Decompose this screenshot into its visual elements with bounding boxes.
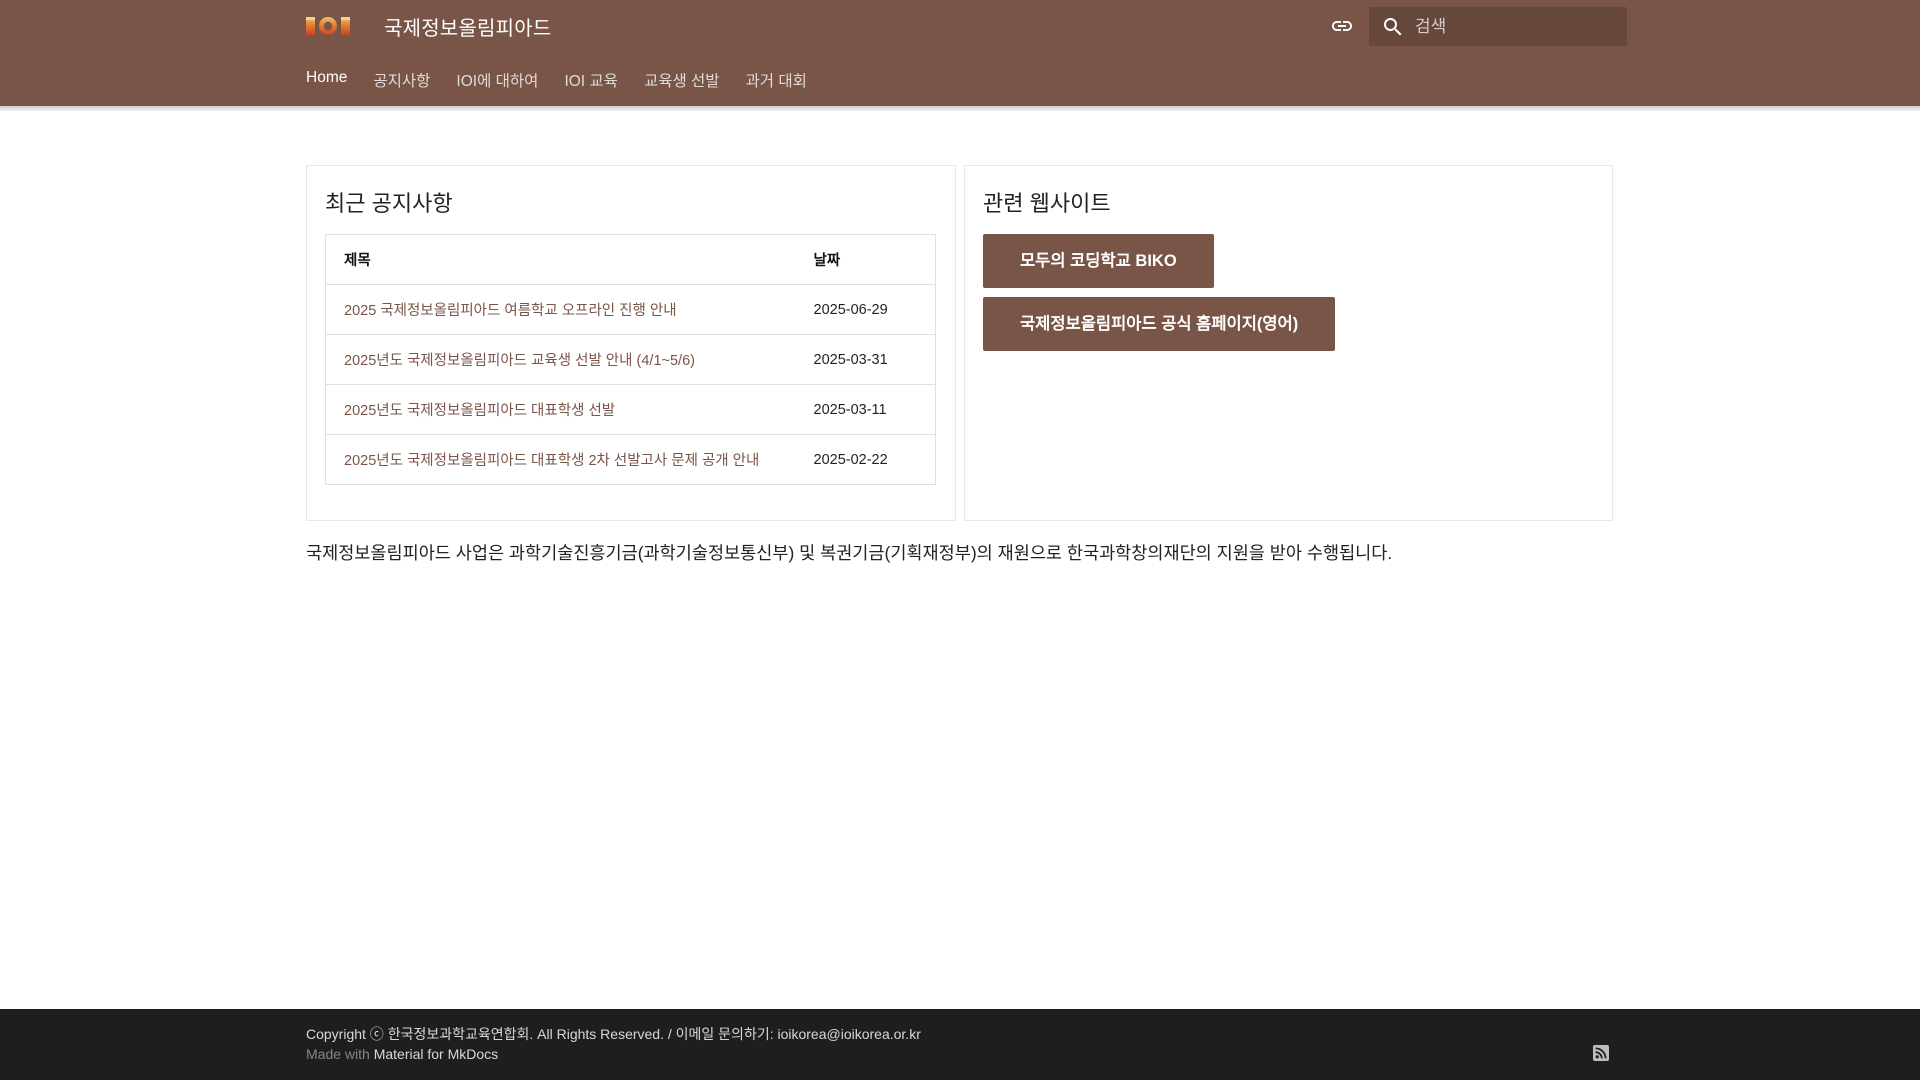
made-with-text: Made with Material for MkDocs [306,1046,498,1062]
nav-tabs: Home 공지사항 IOI에 대하여 IOI 교육 교육생 선발 과거 대회 [306,69,833,91]
column-header-title: 제목 [325,234,814,285]
site-title[interactable]: 국제정보올림피아드 [384,12,551,41]
repo-link-button[interactable] [1328,13,1356,39]
ioi-official-site-button[interactable]: 국제정보올림피아드 공식 홈페이지(영어) [983,297,1336,351]
tab-about-ioi[interactable]: IOI에 대하여 [456,69,538,91]
notices-table: 제목 날짜 2025 국제정보올림피아드 여름학교 오프라인 진행 안내 202… [325,234,936,485]
ioi-logo[interactable] [306,14,350,38]
tab-past-contests[interactable]: 과거 대회 [746,69,807,91]
rss-icon[interactable] [1593,1045,1609,1061]
site-header: 국제정보올림피아드 Home 공지사항 IOI에 대하여 IOI 교육 교육생 … [0,0,1920,106]
related-sites-card: 관련 웹사이트 모두의 코딩학교 BIKO 국제정보올림피아드 공식 홈페이지(… [964,165,1613,521]
table-row: 2025 국제정보올림피아드 여름학교 오프라인 진행 안내 2025-06-2… [325,284,936,335]
notice-date: 2025-02-22 [813,451,888,468]
tab-ioi-education[interactable]: IOI 교육 [564,69,618,91]
table-header-row: 제목 날짜 [325,234,936,285]
notice-date: 2025-06-29 [813,284,936,335]
table-row: 2025년도 국제정보올림피아드 교육생 선발 안내 (4/1~5/6) 202… [325,334,936,385]
ioi-logo-icon [306,17,350,35]
table-row: 2025년도 국제정보올림피아드 대표학생 2차 선발고사 문제 공개 안내 2… [326,435,936,485]
notice-link[interactable]: 2025 국제정보올림피아드 여름학교 오프라인 진행 안내 [344,303,677,319]
column-header-date: 날짜 [813,234,936,285]
tab-home[interactable]: Home [306,69,347,91]
material-mkdocs-link[interactable]: Material for MkDocs [374,1046,498,1062]
table-row: 2025년도 국제정보올림피아드 대표학생 선발 2025-03-11 [325,384,936,435]
notice-date: 2025-03-31 [813,334,936,385]
recent-notices-title: 최근 공지사항 [325,191,453,216]
copyright-text: Copyright ⓒ 한국정보과학교육연합회. All Rights Rese… [306,1026,921,1042]
link-icon [1332,21,1352,31]
notice-link[interactable]: 2025년도 국제정보올림피아드 대표학생 선발 [344,403,615,419]
notice-date: 2025-03-11 [813,384,936,435]
tab-notices[interactable]: 공지사항 [373,69,430,91]
recent-notices-card: 최근 공지사항 제목 날짜 2025 국제정보올림피아드 여름학교 오프라인 진… [306,165,956,521]
made-with-prefix: Made with [306,1046,370,1062]
site-footer: Copyright ⓒ 한국정보과학교육연합회. All Rights Rese… [0,1009,1920,1080]
tab-trainee-selection[interactable]: 교육생 선발 [644,69,720,91]
funding-notice: 국제정보올림피아드 사업은 과학기술진흥기금(과학기술정보통신부) 및 복권기금… [306,543,1393,563]
biko-button[interactable]: 모두의 코딩학교 BIKO [983,234,1214,288]
header-divider [0,106,1920,111]
notice-link[interactable]: 2025년도 국제정보올림피아드 교육생 선발 안내 (4/1~5/6) [344,353,695,369]
search-box[interactable] [1369,7,1636,46]
related-site-buttons: 모두의 코딩학교 BIKO 국제정보올림피아드 공식 홈페이지(영어) [983,234,1336,360]
notice-link[interactable]: 2025년도 국제정보올림피아드 대표학생 2차 선발고사 문제 공개 안내 [344,453,759,469]
related-sites-title: 관련 웹사이트 [983,191,1111,216]
search-input[interactable] [1415,16,1636,37]
search-icon[interactable] [1381,15,1405,39]
